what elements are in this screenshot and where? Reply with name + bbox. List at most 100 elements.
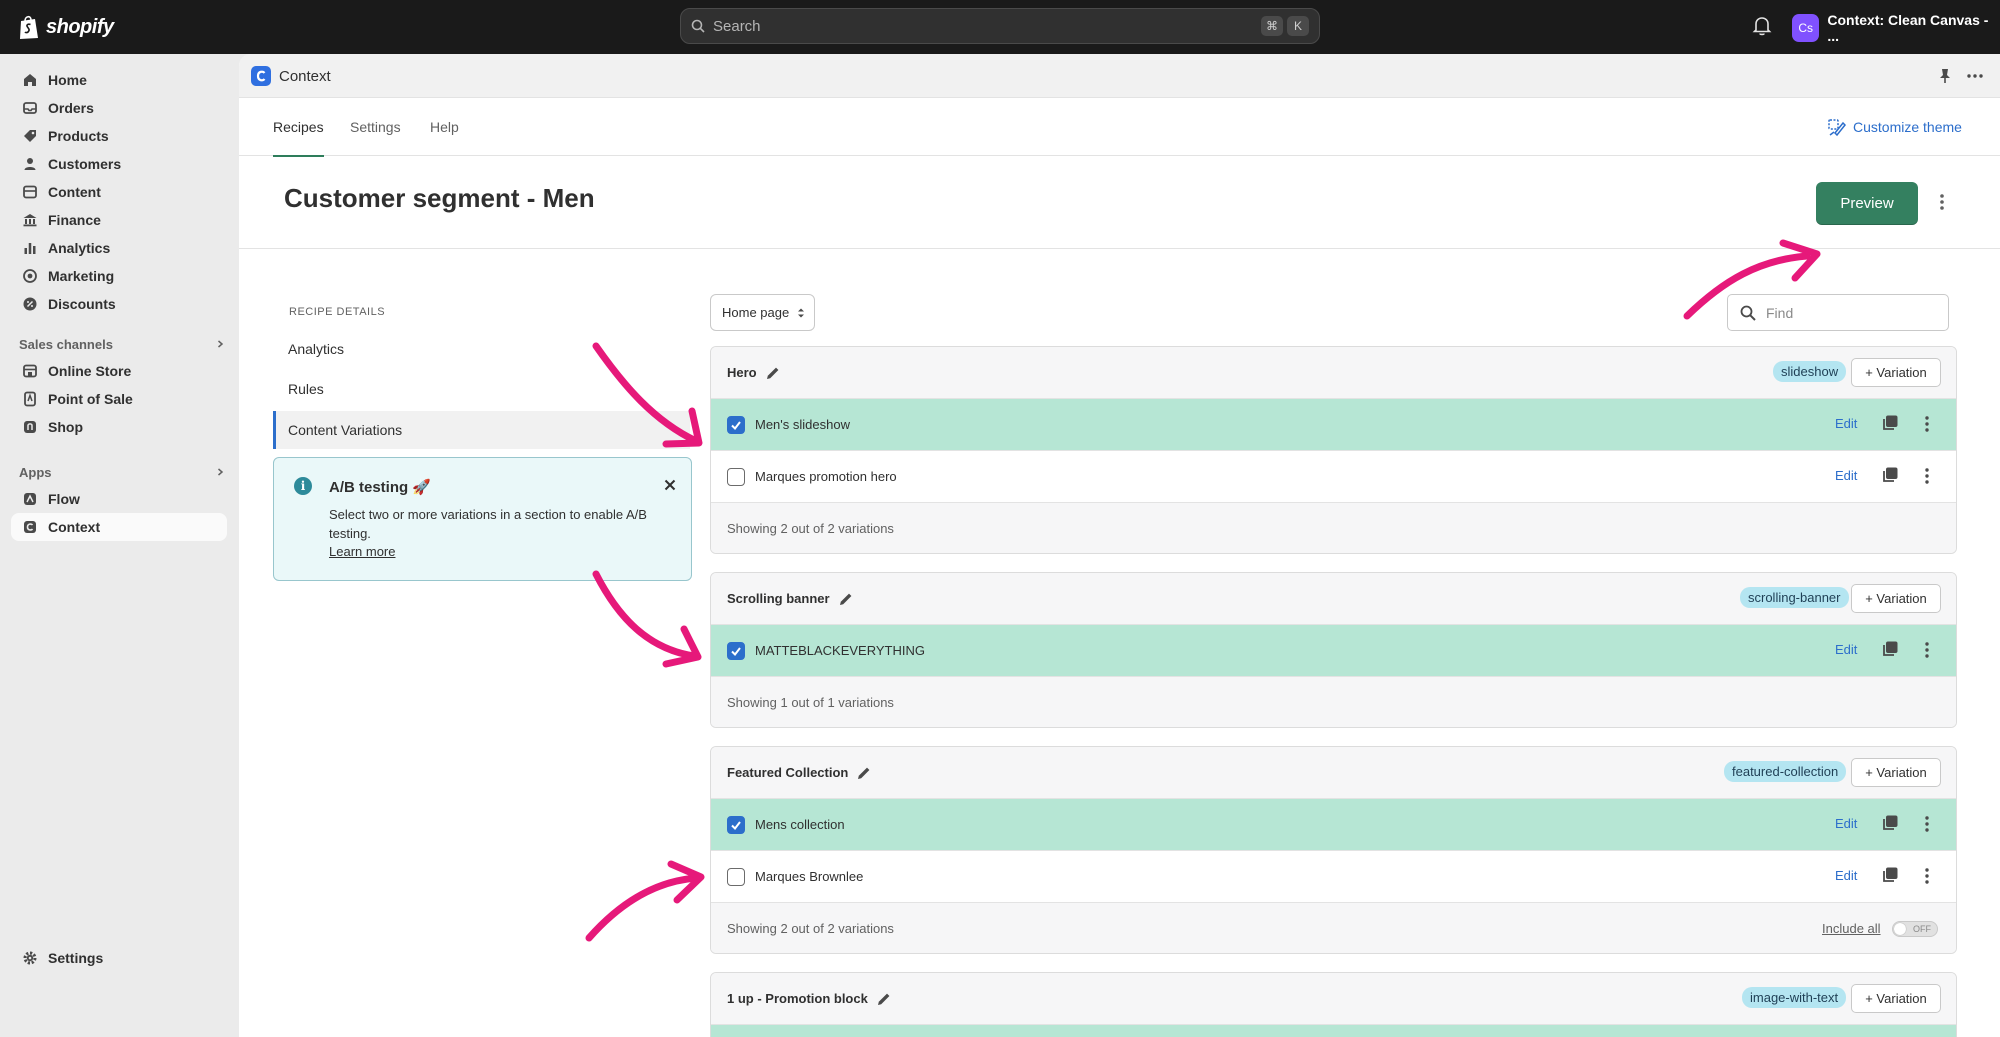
sidebar-item-label: Customers [48,156,122,172]
ab-testing-banner: i A/B testing 🚀 Select two or more varia… [273,457,692,581]
sidebar-item-customers[interactable]: Customers [11,150,227,178]
store-switcher[interactable]: Cs Context: Clean Canvas - ... [1792,12,2000,44]
apps-heading[interactable]: Apps [19,462,225,482]
pencil-icon[interactable] [838,591,854,607]
edit-link[interactable]: Edit [1835,816,1857,831]
pin-icon[interactable] [1937,67,1953,85]
checkbox-checked[interactable] [727,415,745,434]
sidebar-item-products[interactable]: Products [11,122,227,150]
sidebar-item-orders[interactable]: Orders [11,94,227,122]
search-bar[interactable]: Search ⌘ K [680,8,1320,44]
checkbox-unchecked[interactable] [727,867,745,886]
pencil-icon[interactable] [765,365,781,381]
duplicate-icon[interactable] [1881,466,1899,484]
page-select[interactable]: Home page [710,294,815,331]
checkbox-unchecked[interactable] [727,467,745,486]
shopify-bag-icon [20,15,38,39]
checkbox-checked[interactable] [727,815,745,834]
sidebar-item-settings[interactable]: Settings [11,944,227,972]
person-icon [24,158,36,170]
pencil-icon[interactable] [876,991,892,1007]
duplicate-icon[interactable] [1881,414,1899,432]
pencil-icon[interactable] [856,765,872,781]
sidebar-item-discounts[interactable]: Discounts [11,290,227,318]
customize-theme-link[interactable]: Customize theme [1827,98,1962,156]
sidebar-item-label: Marketing [48,268,115,284]
sidebar-item-analytics[interactable]: Analytics [11,234,227,262]
ab-testing-title: A/B testing 🚀 [329,479,432,496]
section-scrolling-banner: Scrolling banner scrolling-banner + Vari… [710,572,1957,728]
sidebar-item-label: Analytics [48,240,111,256]
section-footer: Showing 2 out of 2 variations Include al… [711,902,1956,953]
section-tag: featured-collection [1724,761,1847,782]
flow-icon [24,493,36,505]
duplicate-icon[interactable] [1881,866,1899,884]
add-variation-button[interactable]: + Variation [1851,758,1941,787]
section-name: Featured Collection [727,765,849,780]
add-variation-button[interactable]: + Variation [1851,358,1941,387]
app-name: Context [279,67,331,85]
more-vertical-icon[interactable] [1923,867,1931,885]
variation-label: Men's slideshow [755,417,850,432]
sidebar-item-content[interactable]: Content [11,178,227,206]
shopify-logo[interactable]: shopify [18,13,114,41]
include-all-toggle[interactable]: OFF [1892,921,1938,937]
annotation-arrow-icon [592,342,703,448]
info-icon: i [294,477,312,495]
more-vertical-icon[interactable] [1923,641,1931,659]
search-icon [691,19,705,33]
preview-button[interactable]: Preview [1816,182,1918,225]
sidebar: Home Orders Products Customers Content F… [0,54,239,1037]
learn-more-link[interactable]: Learn more [329,544,395,559]
sidebar-item-flow[interactable]: Flow [11,485,227,513]
more-vertical-icon[interactable] [1923,815,1931,833]
variation-row[interactable]: Men's slideshow Edit [711,398,1956,450]
variation-row[interactable]: Mens collection Edit [711,798,1956,850]
bell-icon[interactable] [1752,15,1772,37]
more-horizontal-icon[interactable] [1966,67,1984,85]
customize-theme-label: Customize theme [1853,119,1962,135]
section-header: 1 up - Promotion block image-with-text +… [711,973,1956,1024]
close-icon[interactable] [664,479,676,491]
tab-help[interactable]: Help [430,98,459,156]
tab-settings[interactable]: Settings [350,98,401,156]
discount-icon [23,297,37,311]
include-all-link[interactable]: Include all [1822,921,1881,936]
sales-channels-heading[interactable]: Sales channels [19,334,225,354]
sidebar-item-home[interactable]: Home [11,66,227,94]
variation-row[interactable]: Marques Brownlee Edit [711,850,1956,902]
sidebar-item-label: Products [48,128,109,144]
tab-recipes[interactable]: Recipes [273,98,324,157]
edit-link[interactable]: Edit [1835,468,1857,483]
section-name: 1 up - Promotion block [727,991,868,1006]
sidebar-item-online-store[interactable]: Online Store [11,357,227,385]
duplicate-icon[interactable] [1881,640,1899,658]
bank-icon [23,214,37,227]
sidebar-item-context[interactable]: Context [11,513,227,541]
edit-link[interactable]: Edit [1835,868,1857,883]
more-vertical-icon[interactable] [1923,415,1931,433]
more-vertical-icon[interactable] [1923,467,1931,485]
variation-row[interactable]: MATTEBLACKEVERYTHING Edit [711,624,1956,676]
app-header: Context [239,54,2000,98]
variation-row[interactable] [711,1024,1956,1037]
checkbox-checked[interactable] [727,641,745,660]
inbox-icon [23,102,37,114]
sidebar-item-marketing[interactable]: Marketing [11,262,227,290]
sidebar-item-point-of-sale[interactable]: Point of Sale [11,385,227,413]
sidebar-item-label: Content [48,184,101,200]
section-tag: image-with-text [1742,987,1847,1008]
main-panel: Context Recipes Settings Help Customize … [239,54,2000,1037]
variation-label: Mens collection [755,817,845,832]
edit-link[interactable]: Edit [1835,416,1857,431]
select-arrows-icon [798,308,805,317]
add-variation-button[interactable]: + Variation [1851,584,1941,613]
variation-row[interactable]: Marques promotion hero Edit [711,450,1956,502]
duplicate-icon[interactable] [1881,814,1899,832]
edit-link[interactable]: Edit [1835,642,1857,657]
add-variation-button[interactable]: + Variation [1851,984,1941,1013]
more-vertical-icon[interactable] [1938,192,1946,212]
sidebar-item-shop[interactable]: Shop [11,413,227,441]
sidebar-item-finance[interactable]: Finance [11,206,227,234]
sidebar-item-label: Point of Sale [48,391,133,407]
